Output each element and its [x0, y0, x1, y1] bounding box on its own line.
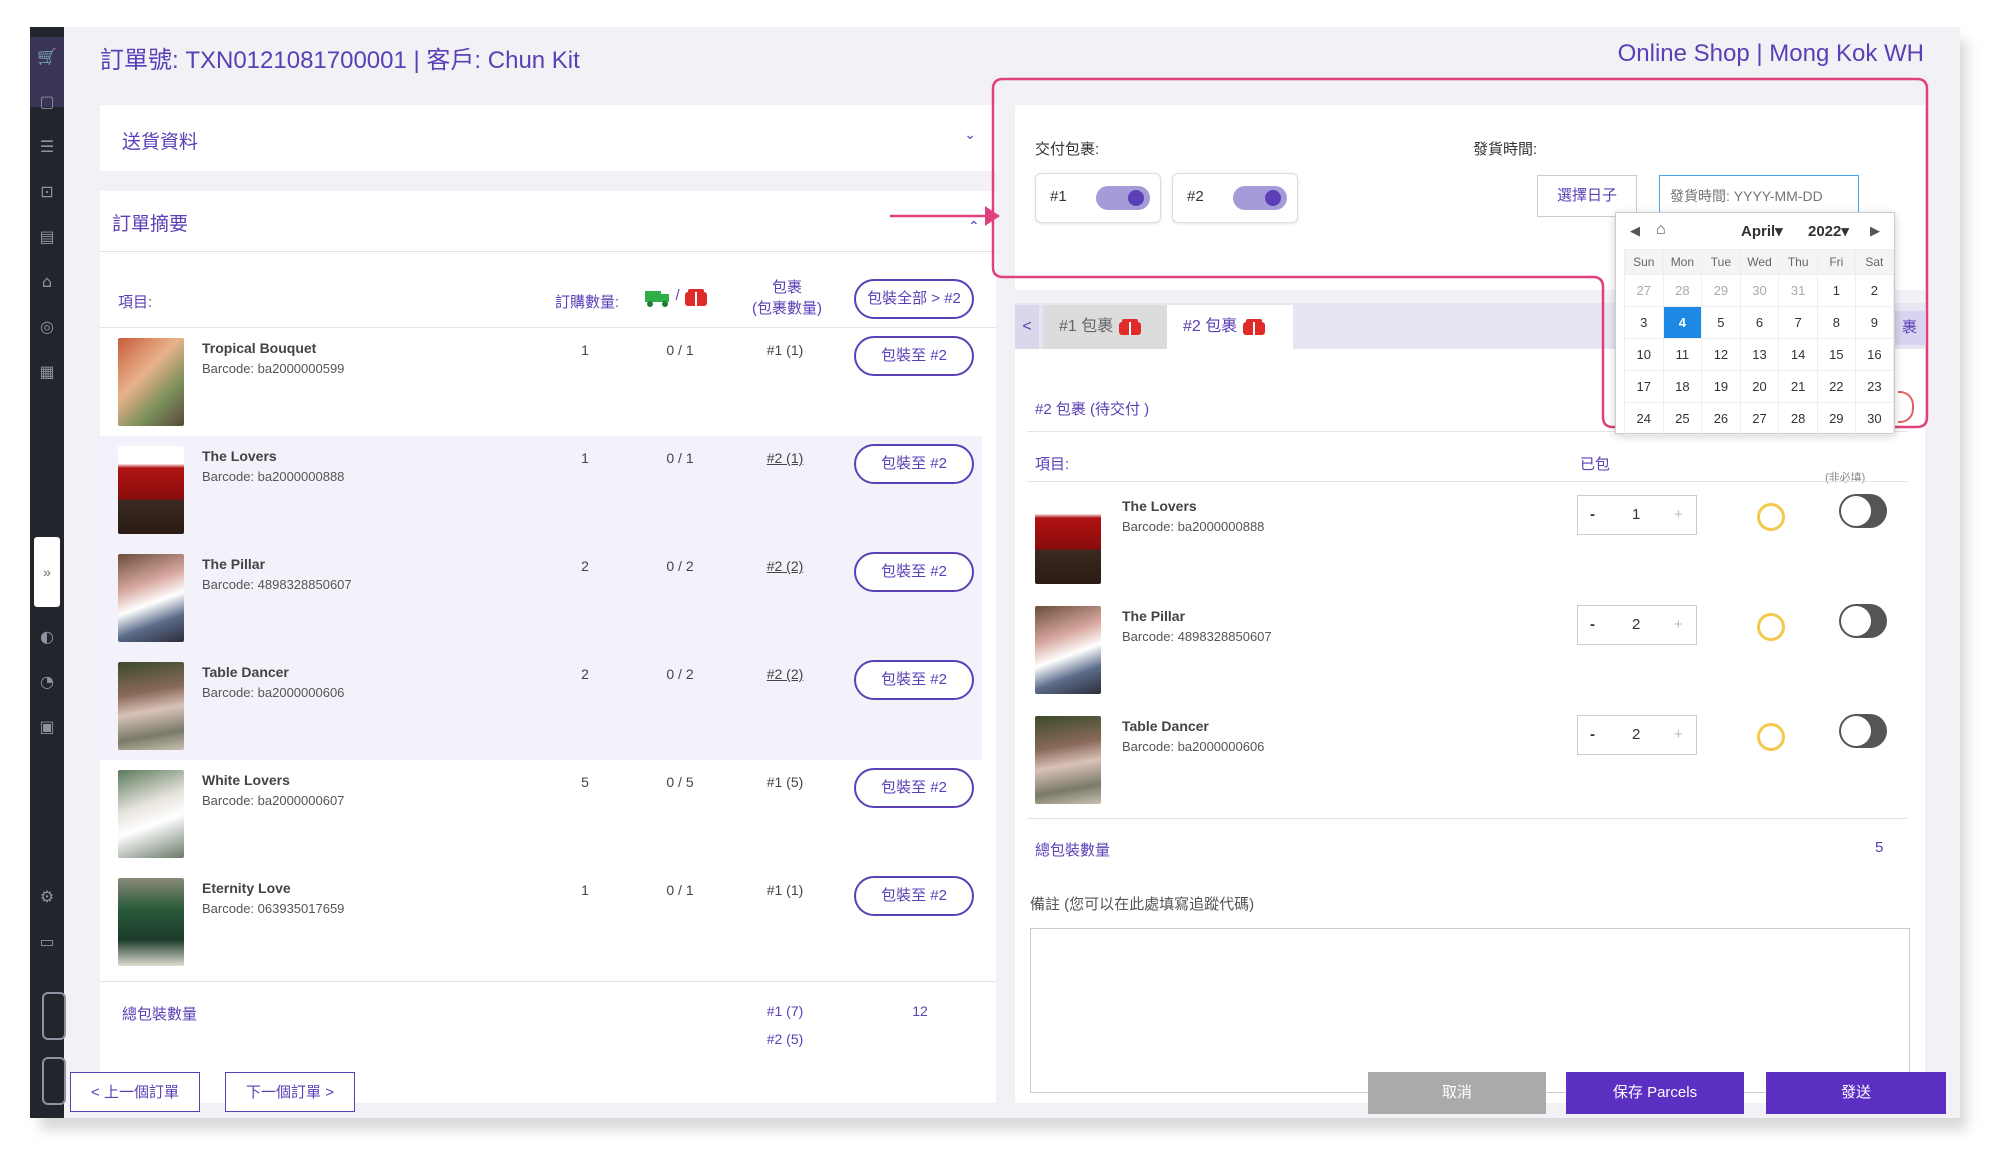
weekday-label: Mon [1662, 249, 1703, 275]
calendar-grid: Sun Mon Tue Wed Thu Fri Sat 27 28 29 30 … [1624, 249, 1895, 435]
calendar-header: ◀ ⌂ April▾ 2022▾ ▶ [1616, 213, 1894, 249]
weekday-label: Sat [1854, 249, 1895, 275]
date-picker-popup: ◀ ⌂ April▾ 2022▾ ▶ Sun Mon Tue Wed Thu F… [1615, 212, 1895, 435]
weekday-label: Fri [1816, 249, 1856, 275]
calendar-week: 27 28 29 30 31 1 2 [1624, 274, 1895, 307]
calendar-day[interactable]: 14 [1778, 338, 1818, 371]
calendar-day[interactable]: 24 [1624, 402, 1664, 435]
calendar-day[interactable]: 26 [1701, 402, 1741, 435]
calendar-day[interactable]: 27 [1739, 402, 1780, 435]
calendar-day[interactable]: 19 [1701, 370, 1741, 403]
calendar-day[interactable]: 30 [1854, 402, 1895, 435]
calendar-day[interactable]: 10 [1624, 338, 1664, 371]
calendar-week: 10 11 12 13 14 15 16 [1624, 338, 1895, 371]
calendar-day[interactable]: 23 [1854, 370, 1895, 403]
month-label: April [1741, 223, 1776, 240]
calendar-day[interactable]: 18 [1662, 370, 1703, 403]
next-order-button[interactable]: 下一個訂單 > [225, 1072, 355, 1112]
calendar-day[interactable]: 27 [1624, 274, 1664, 307]
calendar-day[interactable]: 17 [1624, 370, 1664, 403]
calendar-day[interactable]: 16 [1854, 338, 1895, 371]
calendar-day[interactable]: 3 [1624, 306, 1664, 339]
weekday-label: Sun [1624, 249, 1664, 275]
year-label: 2022 [1808, 223, 1842, 240]
calendar-day[interactable]: 13 [1739, 338, 1780, 371]
calendar-day[interactable]: 22 [1816, 370, 1856, 403]
calendar-day[interactable]: 25 [1662, 402, 1703, 435]
calendar-day[interactable]: 29 [1816, 402, 1856, 435]
calendar-day[interactable]: 9 [1854, 306, 1895, 339]
calendar-day[interactable]: 6 [1739, 306, 1780, 339]
cancel-button[interactable]: 取消 [1368, 1072, 1546, 1114]
calendar-day[interactable]: 11 [1662, 338, 1703, 371]
highlight-annotation [991, 77, 1929, 429]
calendar-day[interactable]: 5 [1701, 306, 1741, 339]
calendar-day[interactable]: 1 [1816, 274, 1856, 307]
weekday-label: Thu [1778, 249, 1818, 275]
order-page: 🛒 ▢ ☰ ⊡ ▤ ⌂ ◎ ▦ » ◐ ◔ ▣ ⚙ ▭ 訂單號: TXN0121… [30, 27, 1960, 1118]
save-parcels-button[interactable]: 保存 Parcels [1566, 1072, 1744, 1114]
calendar-week: 24 25 26 27 28 29 30 [1624, 402, 1895, 435]
calendar-day[interactable]: 15 [1816, 338, 1856, 371]
calendar-week: 3 4 5 6 7 8 9 [1624, 306, 1895, 339]
calendar-day[interactable]: 2 [1854, 274, 1895, 307]
calendar-day[interactable]: 28 [1662, 274, 1703, 307]
month-select[interactable]: April▾ [1741, 222, 1783, 240]
weekday-label: Wed [1739, 249, 1780, 275]
next-month-icon[interactable]: ▶ [1870, 223, 1880, 239]
year-select[interactable]: 2022▾ [1808, 222, 1849, 240]
calendar-day[interactable]: 8 [1816, 306, 1856, 339]
send-button[interactable]: 發送 [1766, 1072, 1946, 1114]
calendar-day[interactable]: 12 [1701, 338, 1741, 371]
calendar-week: 17 18 19 20 21 22 23 [1624, 370, 1895, 403]
calendar-day-selected[interactable]: 4 [1662, 306, 1703, 339]
calendar-day[interactable]: 20 [1739, 370, 1780, 403]
weekday-label: Tue [1701, 249, 1741, 275]
prev-month-icon[interactable]: ◀ [1630, 223, 1640, 239]
home-icon[interactable]: ⌂ [1656, 221, 1666, 239]
calendar-day[interactable]: 21 [1778, 370, 1818, 403]
weekday-header-row: Sun Mon Tue Wed Thu Fri Sat [1624, 249, 1895, 275]
calendar-day[interactable]: 29 [1701, 274, 1741, 307]
calendar-day[interactable]: 7 [1778, 306, 1818, 339]
calendar-day[interactable]: 31 [1778, 274, 1818, 307]
calendar-day[interactable]: 28 [1778, 402, 1818, 435]
prev-order-button[interactable]: < 上一個訂單 [70, 1072, 200, 1112]
calendar-day[interactable]: 30 [1739, 274, 1780, 307]
